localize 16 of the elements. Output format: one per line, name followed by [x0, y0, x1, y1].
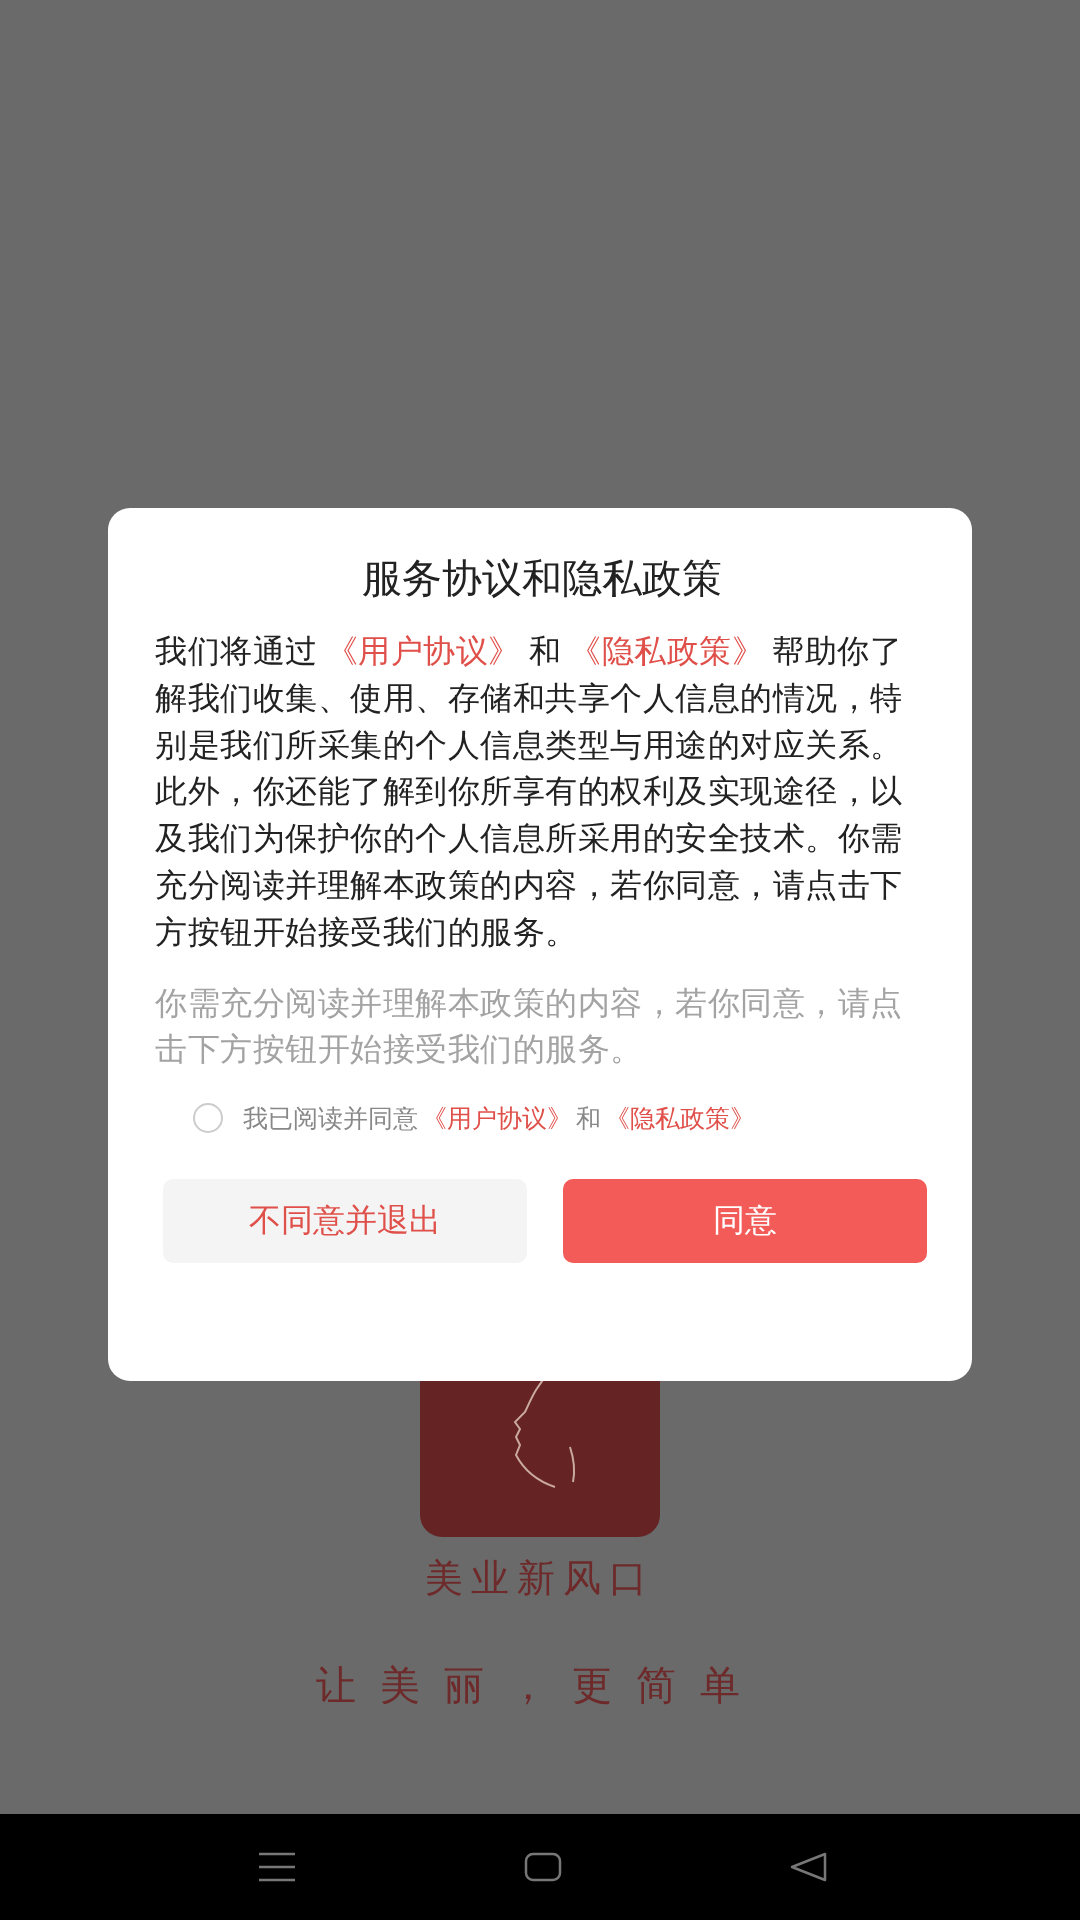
menu-icon[interactable] [258, 1852, 296, 1882]
policy-link[interactable]: 《隐私政策》 [601, 1103, 759, 1133]
policy-link[interactable]: 《用户协议》 [418, 1103, 576, 1133]
home-icon[interactable] [524, 1852, 562, 1882]
decline-button[interactable]: 不同意并退出 [163, 1178, 527, 1263]
slogan: 让美丽，更简单 [316, 1661, 764, 1710]
policy-link[interactable]: 《隐私政策》 [561, 632, 772, 670]
hint-text: 你需充分阅读并理解本政策的内容，若你同意，请点击下方按钮开始接受我们的服务。 [155, 982, 904, 1070]
agree-checkbox[interactable] [193, 1103, 223, 1134]
back-icon[interactable] [790, 1852, 828, 1882]
policy-link[interactable]: 《用户协议》 [317, 632, 529, 670]
app-name: 美业新风口 [425, 1555, 655, 1602]
policy-text: 我们将通过 《用户协议》 和 《隐私政策》 帮助你了解我们收集、使用、存储和共享个人信息的情况，特别是我们所采集的个人信息类型与用途的对应关系。此外，你还能了解到你所享有的权利及实现途径，以及我们为保护你的个人信息所采用的安全技术。你需充分阅读并理解本政策的内容，若你同意，请点击下方按钮开始接受我们的服务。 [155, 631, 904, 953]
agree-button[interactable]: 同意 [563, 1178, 927, 1263]
consent-text: 我已阅读并同意 《用户协议》 和 《隐私政策》 [243, 1101, 759, 1135]
dialog-title: 服务协议和隐私政策 [360, 554, 723, 603]
